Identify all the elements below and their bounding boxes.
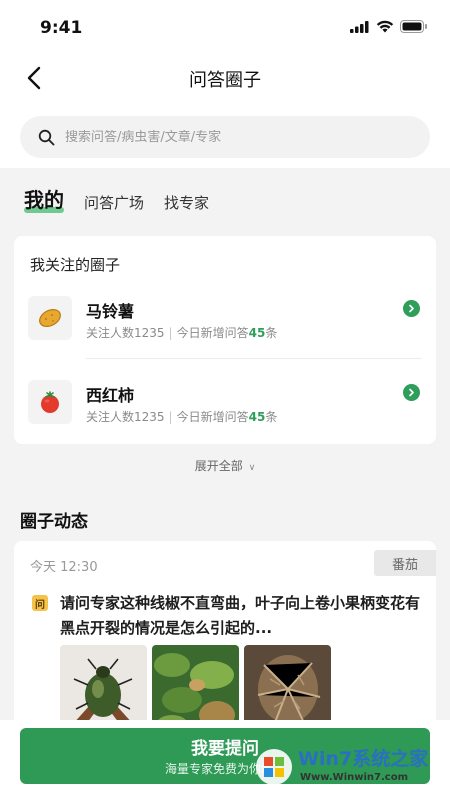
tab-qa-square[interactable]: 问答广场 [84, 192, 144, 213]
watermark: Win7系统之家 Www.Winwin7.com [254, 742, 444, 792]
potato-thumb [28, 296, 72, 340]
tab-bar: 我的 问答广场 找专家 [24, 184, 229, 213]
divider [86, 358, 422, 359]
meta-separator: | [168, 326, 173, 340]
status-time: 9:41 [40, 18, 83, 38]
nav-bar: 问答圈子 [0, 58, 450, 98]
expand-all-button[interactable]: 展开全部 ∨ [0, 457, 450, 474]
search-input[interactable] [65, 129, 365, 145]
header-area: 9:41 问答圈子 [0, 0, 450, 168]
battery-icon [400, 20, 427, 33]
tab-find-expert[interactable]: 找专家 [164, 192, 209, 213]
circle-item-tomato[interactable]: 西红柿 关注人数1235 | 今日新增问答45条 [28, 380, 422, 442]
chevron-right-icon[interactable] [403, 384, 420, 401]
wifi-icon [376, 20, 394, 33]
today-unit: 条 [265, 326, 278, 340]
feed-post-card[interactable]: 今天 12:30 番茄 问 请问专家这种线椒不直弯曲，叶子向上卷小果柄变花有黑点… [14, 541, 436, 741]
followed-circles-title: 我关注的圈子 [30, 256, 121, 274]
signal-icon [350, 20, 369, 33]
tab-mine[interactable]: 我的 [24, 184, 64, 213]
chevron-down-icon: ∨ [248, 463, 256, 473]
watermark-url: Www.Winwin7.com [300, 772, 409, 783]
status-bar: 9:41 [0, 0, 450, 58]
today-count: 45 [248, 326, 266, 340]
today-label: 今日新增问答 [176, 326, 249, 340]
follower-count: 关注人数1235 [86, 326, 165, 340]
status-icons [350, 20, 428, 33]
circle-name: 马铃薯 [86, 302, 135, 321]
search-icon [38, 129, 55, 145]
circle-meta: 关注人数1235 | 今日新增问答45条 [86, 408, 277, 425]
circle-item-potato[interactable]: 马铃薯 关注人数1235 | 今日新增问答45条 [28, 296, 422, 358]
tomato-thumb [28, 380, 72, 424]
post-tag[interactable]: 番茄 [374, 550, 436, 576]
follower-count: 关注人数1235 [86, 410, 165, 424]
followed-circles-card: 我关注的圈子 马铃薯 关注人数1235 | 今日新增问答45条 西红柿 关注人数… [14, 236, 436, 444]
circle-feed-title: 圈子动态 [20, 512, 88, 532]
today-count: 45 [248, 410, 266, 424]
circle-name: 西红柿 [86, 386, 135, 405]
chevron-right-icon[interactable] [403, 300, 420, 317]
today-unit: 条 [265, 410, 278, 424]
post-time: 今天 12:30 [30, 560, 98, 575]
watermark-brand: Win7系统之家 [298, 748, 429, 770]
potato-icon [39, 309, 61, 327]
today-label: 今日新增问答 [176, 410, 249, 424]
tab-mine-label: 我的 [24, 188, 64, 212]
windows-logo-icon [256, 749, 292, 785]
search-bar[interactable] [20, 116, 430, 158]
page-title: 问答圈子 [189, 70, 261, 91]
question-badge: 问 [32, 595, 48, 611]
post-text[interactable]: 请问专家这种线椒不直弯曲，叶子向上卷小果柄变花有黑点开裂的情况是怎么引起的... [60, 591, 424, 641]
expand-all-label: 展开全部 [194, 459, 243, 473]
circle-meta: 关注人数1235 | 今日新增问答45条 [86, 324, 277, 341]
tomato-icon [41, 391, 59, 413]
meta-separator: | [168, 410, 173, 424]
